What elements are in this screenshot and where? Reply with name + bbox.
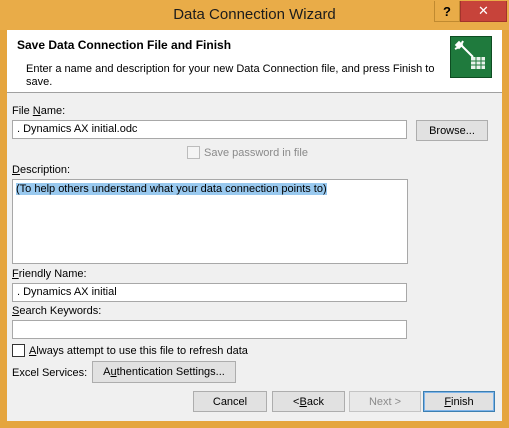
page-title: Save Data Connection File and Finish <box>17 38 232 52</box>
description-textarea[interactable]: (To help others understand what your dat… <box>12 179 408 264</box>
dialog-window: Data Connection Wizard ? ✕ Save Data Con… <box>0 0 509 428</box>
cancel-button[interactable]: Cancel <box>193 391 267 412</box>
back-button[interactable]: < Back <box>272 391 345 412</box>
save-password-label: Save password in file <box>204 147 308 159</box>
help-button[interactable]: ? <box>434 1 460 22</box>
data-connection-icon <box>450 36 492 78</box>
always-refresh-label: Always attempt to use this file to refre… <box>29 345 248 357</box>
wizard-header: Save Data Connection File and Finish Ent… <box>7 30 502 93</box>
save-password-checkbox[interactable] <box>187 146 200 159</box>
search-keywords-label: Search Keywords: <box>12 305 102 317</box>
description-label: Description: <box>12 164 71 176</box>
file-name-label: File Name: <box>12 105 66 117</box>
authentication-settings-button[interactable]: Au thentication Settings... <box>92 361 236 383</box>
dialog-body: Save Data Connection File and Finish Ent… <box>7 30 502 421</box>
window-title: Data Connection Wizard <box>173 6 336 23</box>
always-refresh-checkbox[interactable] <box>12 344 25 357</box>
close-button[interactable]: ✕ <box>460 1 507 22</box>
friendly-name-input[interactable]: . Dynamics AX initial <box>12 283 407 302</box>
title-bar: Data Connection Wizard ? ✕ <box>0 0 509 30</box>
file-name-input[interactable]: . Dynamics AX initial.odc <box>12 120 407 139</box>
description-text: (To help others understand what your dat… <box>16 183 327 195</box>
close-icon: ✕ <box>478 3 489 18</box>
next-button[interactable]: Next > <box>349 391 421 412</box>
excel-services-label: Excel Services: <box>12 367 88 379</box>
browse-button[interactable]: Browse... <box>416 120 488 141</box>
page-description: Enter a name and description for your ne… <box>26 63 435 88</box>
finish-button[interactable]: Finish <box>423 391 495 412</box>
search-keywords-input[interactable] <box>12 320 407 339</box>
friendly-name-label: Friendly Name: <box>12 268 87 280</box>
